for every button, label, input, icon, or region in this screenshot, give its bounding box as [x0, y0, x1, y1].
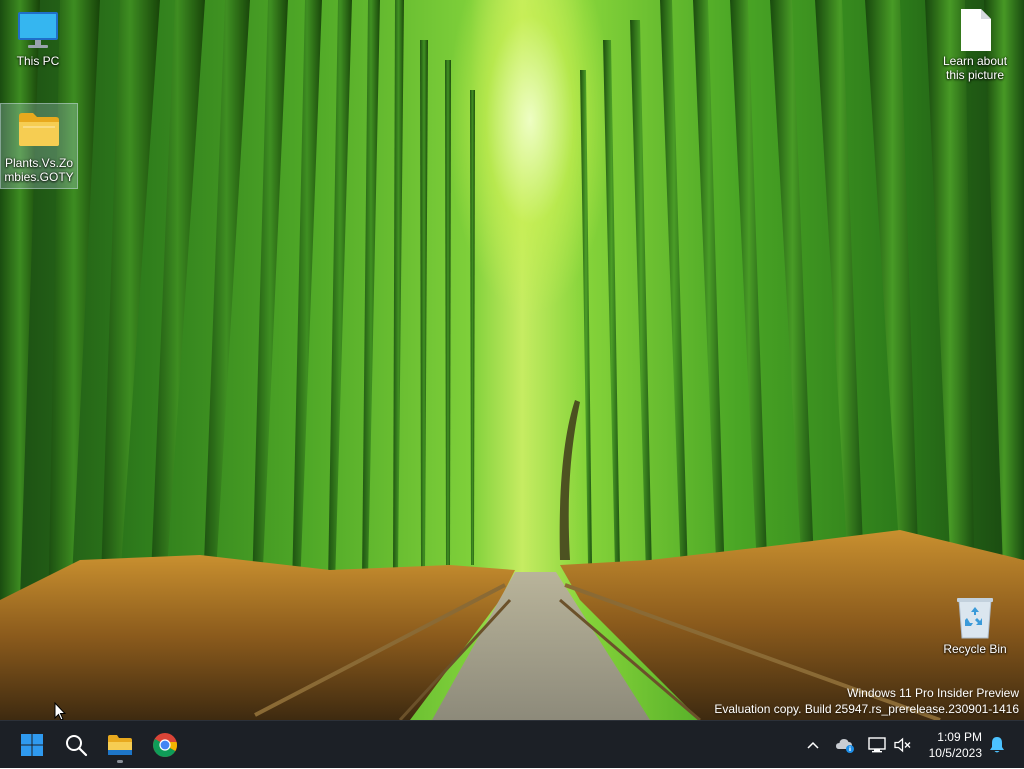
windows-evaluation-watermark: Windows 11 Pro Insider Preview Evaluatio…: [714, 685, 1019, 717]
network-tray-button[interactable]: [865, 721, 889, 769]
desktop-wallpaper: [0, 0, 1024, 720]
clock-time: 1:09 PM: [937, 730, 982, 744]
running-indicator: [117, 760, 123, 763]
watermark-edition: Windows 11 Pro Insider Preview: [847, 686, 1019, 700]
desktop-icon-label-line1: Plants.Vs.Zo: [4, 156, 74, 170]
desktop-icon-label-line2: this picture: [945, 68, 1005, 82]
watermark-build: Evaluation copy. Build 25947.rs_prerelea…: [714, 702, 1019, 716]
desktop-icon-this-pc[interactable]: This PC: [0, 8, 76, 68]
desktop-icon-learn-about-this-picture[interactable]: Learn about this picture: [937, 8, 1013, 82]
bamboo-forest-image: [0, 0, 1024, 720]
desktop-icon-label: This PC: [16, 54, 60, 68]
search-icon: [66, 735, 88, 757]
taskbar-clock[interactable]: 1:09 PM 10/5/2023: [929, 729, 982, 761]
chevron-up-icon: [807, 741, 819, 749]
search-button[interactable]: [56, 725, 96, 765]
show-hidden-icons-button[interactable]: [802, 721, 824, 769]
start-button[interactable]: [12, 725, 52, 765]
volume-tray-button[interactable]: [891, 721, 915, 769]
notification-center-button[interactable]: [986, 721, 1008, 769]
document-icon: [953, 8, 997, 52]
file-explorer-button[interactable]: [100, 725, 140, 765]
onedrive-tray-button[interactable]: [833, 721, 857, 769]
desktop-icon-label: Recycle Bin: [943, 642, 1007, 656]
taskbar: 1:09 PM 10/5/2023: [0, 720, 1024, 768]
network-icon: [868, 737, 886, 753]
desktop-icon-label-line1: Learn about: [942, 54, 1008, 68]
monitor-icon: [16, 8, 60, 52]
recycle-bin-icon: [953, 596, 997, 640]
desktop-icon-recycle-bin[interactable]: Recycle Bin: [937, 596, 1013, 656]
folder-icon: [17, 110, 61, 154]
chrome-button[interactable]: [145, 725, 185, 765]
windows-start-icon: [21, 734, 43, 756]
clock-date: 10/5/2023: [928, 746, 982, 760]
notification-bell-icon: [990, 737, 1004, 753]
chrome-icon: [153, 733, 177, 758]
volume-muted-icon: [894, 737, 911, 753]
onedrive-icon: [836, 739, 854, 753]
desktop-icon-plants-vs-zombies[interactable]: Plants.Vs.Zo mbies.GOTY: [0, 103, 78, 189]
desktop-icon-label-line2: mbies.GOTY: [4, 170, 74, 184]
file-explorer-icon: [108, 735, 132, 755]
